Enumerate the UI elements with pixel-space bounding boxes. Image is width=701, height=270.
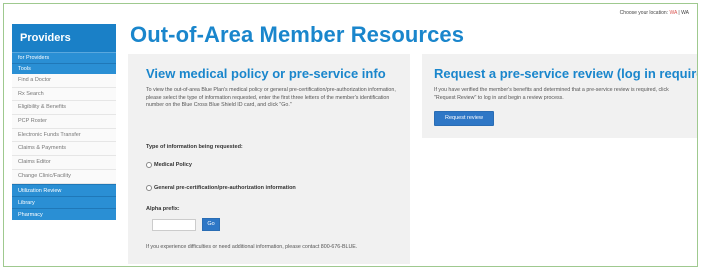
page-title: Out-of-Area Member Resources bbox=[130, 22, 465, 47]
sidebar-item-tools[interactable]: Tools bbox=[12, 63, 116, 74]
go-button[interactable]: Go bbox=[202, 218, 220, 231]
location-selector[interactable]: Choose your location: WA | WA bbox=[620, 10, 689, 16]
sidebar-item-pcp-roster[interactable]: PCP Roster bbox=[12, 115, 116, 129]
location-value[interactable]: WA bbox=[669, 10, 677, 16]
precert-option-label: General pre-certification/pre-authorizat… bbox=[154, 185, 296, 191]
pre-service-review-panel-title: Request a pre-service review (log in req… bbox=[434, 66, 698, 81]
medical-policy-radio[interactable] bbox=[146, 162, 152, 168]
medical-policy-option-label: Medical Policy bbox=[154, 162, 192, 168]
pre-service-review-intro-text: If you have verified the member's benefi… bbox=[434, 87, 669, 101]
location-value-wa[interactable]: WA bbox=[681, 10, 689, 16]
precert-option[interactable]: General pre-certification/pre-authorizat… bbox=[146, 185, 296, 191]
request-review-button[interactable]: Request review bbox=[434, 111, 494, 126]
sidebar-nav: Providers for Providers Tools Find a Doc… bbox=[12, 24, 116, 220]
sidebar-item-claims-editor[interactable]: Claims Editor bbox=[12, 156, 116, 170]
sidebar-item-library[interactable]: Library bbox=[12, 195, 116, 208]
sidebar-item-for-providers[interactable]: for Providers bbox=[12, 52, 116, 63]
sidebar-item-electronic-funds-transfer[interactable]: Electronic Funds Transfer bbox=[12, 128, 116, 143]
pre-service-review-panel: Request a pre-service review (log in req… bbox=[422, 54, 698, 138]
sidebar-header[interactable]: Providers bbox=[12, 24, 116, 52]
precert-radio[interactable] bbox=[146, 185, 152, 191]
location-label: Choose your location: bbox=[619, 10, 669, 16]
sidebar-item-find-a-doctor[interactable]: Find a Doctor bbox=[12, 74, 116, 88]
medical-policy-option[interactable]: Medical Policy bbox=[146, 162, 192, 168]
page-frame: Choose your location: WA | WA Providers … bbox=[3, 3, 698, 267]
sidebar-item-utilization-review[interactable]: Utilization Review bbox=[12, 183, 116, 196]
alpha-prefix-input[interactable] bbox=[152, 219, 196, 231]
medical-policy-panel-title: View medical policy or pre-service info bbox=[146, 66, 386, 81]
help-contact-text: If you experience difficulties or need a… bbox=[146, 244, 358, 250]
sidebar-item-pharmacy[interactable]: Pharmacy bbox=[12, 207, 116, 220]
alpha-prefix-label: Alpha prefix: bbox=[146, 206, 180, 212]
medical-policy-panel: View medical policy or pre-service info … bbox=[128, 54, 410, 264]
location-separator: | bbox=[678, 10, 680, 16]
sidebar-item-change-clinic-facility[interactable]: Change Clinic/Facility bbox=[12, 169, 116, 184]
sidebar-item-claims-payments[interactable]: Claims & Payments bbox=[12, 142, 116, 157]
sidebar-item-rx-search[interactable]: Rx Search bbox=[12, 87, 116, 102]
sidebar-item-eligibility-benefits[interactable]: Eligibility & Benefits bbox=[12, 101, 116, 116]
medical-policy-intro-text: To view the out-of-area Blue Plan's medi… bbox=[146, 87, 396, 109]
info-type-label: Type of information being requested: bbox=[146, 144, 243, 150]
